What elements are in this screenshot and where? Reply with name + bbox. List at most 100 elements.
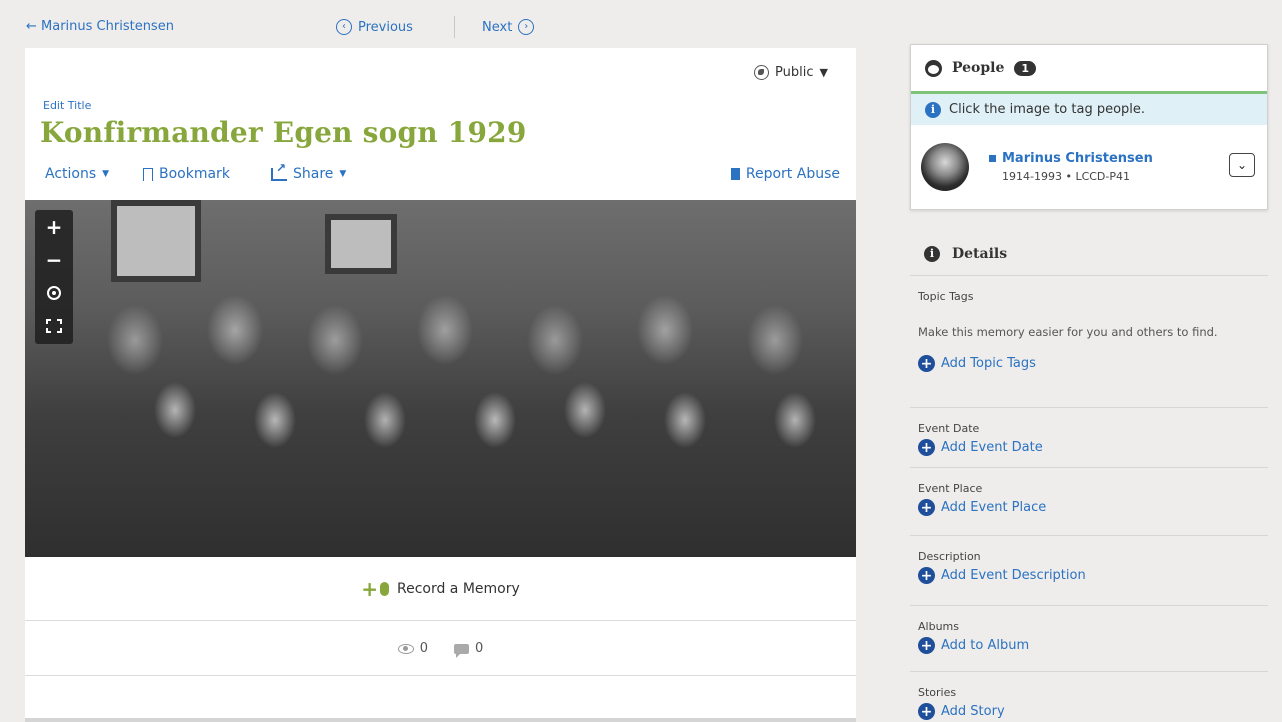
visibility-label: Public: [775, 65, 814, 80]
albums-label: Albums: [918, 620, 959, 633]
next-link[interactable]: Next ›: [482, 19, 535, 35]
views-value: 0: [419, 641, 428, 656]
record-memory-icon: +: [361, 577, 389, 601]
card-bottom-edge: [25, 718, 856, 722]
record-memory-label: Record a Memory: [396, 580, 520, 597]
people-count-badge: 1: [1014, 60, 1037, 76]
eye-icon: [397, 643, 414, 654]
stories-label: Stories: [918, 686, 957, 699]
comments-value: 0: [475, 641, 484, 656]
back-to-person-link[interactable]: ← Marinus Christensen: [26, 19, 174, 34]
add-event-place-link[interactable]: + Add Event Place: [918, 499, 1268, 516]
info-icon: i: [924, 245, 940, 262]
comments-count[interactable]: 0: [454, 641, 484, 658]
people-heading: People: [952, 60, 1005, 76]
add-description-label: Add Event Description: [941, 568, 1086, 583]
plus-circle-icon: +: [918, 439, 935, 456]
albums-section: Albums + Add to Album: [910, 606, 1268, 672]
person-options-button[interactable]: ⌄: [1229, 153, 1255, 177]
nav-divider: [454, 16, 455, 38]
bookmark-icon: [143, 167, 153, 185]
tag-people-hint: i Click the image to tag people.: [911, 91, 1267, 125]
chevron-down-icon: ⌄: [1236, 158, 1248, 172]
add-description-link[interactable]: + Add Event Description: [918, 567, 1268, 584]
plus-circle-icon: +: [918, 355, 935, 372]
recenter-icon: [47, 285, 61, 300]
event-date-label: Event Date: [918, 422, 980, 435]
fullscreen-icon: [46, 318, 62, 333]
memory-actions-bar: Actions ▼ Bookmark Share ▼ Report Abuse: [45, 161, 840, 186]
add-event-date-label: Add Event Date: [941, 440, 1043, 455]
report-abuse-link[interactable]: Report Abuse: [730, 166, 840, 182]
previous-label: Previous: [358, 19, 413, 35]
flag-icon: [730, 168, 740, 180]
person-info: Marinus Christensen 1914-1993 • LCCD-P41: [989, 151, 1153, 183]
record-memory-button[interactable]: + Record a Memory: [25, 557, 856, 621]
share-label: Share: [293, 166, 334, 182]
event-place-label: Event Place: [918, 482, 983, 495]
details-panel: i Details Topic Tags Make this memory ea…: [910, 232, 1268, 722]
add-topic-tags-label: Add Topic Tags: [941, 356, 1036, 371]
previous-link[interactable]: ‹ Previous: [336, 19, 413, 35]
plus-circle-icon: +: [918, 567, 935, 584]
report-abuse-label: Report Abuse: [745, 166, 840, 182]
plus-circle-icon: +: [918, 637, 935, 654]
zoom-out-button[interactable]: −: [35, 243, 73, 276]
edit-title-link[interactable]: Edit Title: [43, 99, 91, 112]
add-story-label: Add Story: [941, 704, 1005, 719]
recenter-button[interactable]: [35, 276, 73, 309]
next-icon: ›: [518, 19, 535, 35]
avatar[interactable]: [921, 143, 969, 191]
top-navigation: ← Marinus Christensen ‹ Previous Next ›: [0, 0, 880, 48]
description-section: Description + Add Event Description: [910, 536, 1268, 606]
event-date-section: Event Date + Add Event Date: [910, 408, 1268, 468]
memory-title: Konfirmander Egen sogn 1929: [40, 116, 527, 149]
memory-card: Public ▼ Edit Title Konfirmander Egen so…: [25, 48, 856, 722]
topic-tags-label: Topic Tags: [918, 290, 974, 303]
add-event-date-link[interactable]: + Add Event Date: [918, 439, 1268, 456]
memory-photo[interactable]: + −: [25, 200, 856, 557]
visibility-dropdown[interactable]: Public ▼: [754, 65, 828, 80]
zoom-out-icon: −: [45, 247, 63, 272]
caret-down-icon: ▼: [819, 66, 828, 79]
actions-label: Actions: [45, 166, 97, 182]
add-story-link[interactable]: + Add Story: [918, 703, 1268, 720]
event-place-section: Event Place + Add Event Place: [910, 468, 1268, 536]
person-lifespan-id: 1914-1993 • LCCD-P41: [1002, 170, 1130, 183]
people-panel: People 1 i Click the image to tag people…: [910, 44, 1268, 210]
comment-icon: [454, 643, 469, 658]
caret-down-icon: ▼: [102, 169, 110, 179]
info-icon: i: [925, 101, 941, 118]
globe-icon: [754, 65, 770, 80]
add-event-place-label: Add Event Place: [941, 500, 1047, 515]
add-to-album-link[interactable]: + Add to Album: [918, 637, 1268, 654]
person-name-link[interactable]: Marinus Christensen: [989, 151, 1153, 166]
bookmark-label: Bookmark: [159, 166, 230, 182]
memory-stats: 0 0: [25, 622, 856, 676]
topic-tags-section: Topic Tags Make this memory easier for y…: [910, 276, 1268, 408]
details-heading: Details: [952, 245, 1008, 262]
share-menu[interactable]: Share ▼: [271, 161, 347, 182]
face-icon: [925, 59, 942, 77]
previous-icon: ‹: [336, 19, 352, 35]
plus-circle-icon: +: [918, 703, 935, 720]
stories-section: Stories + Add Story: [910, 672, 1268, 722]
bookmark-button[interactable]: Bookmark: [143, 166, 230, 185]
topic-tags-description: Make this memory easier for you and othe…: [918, 325, 1218, 339]
tagged-person-row: Marinus Christensen 1914-1993 • LCCD-P41…: [911, 125, 1267, 209]
caret-down-icon: ▼: [339, 169, 347, 179]
viewer-zoom-controls: + −: [35, 210, 73, 344]
photo-window-left: [111, 200, 201, 282]
zoom-in-icon: +: [45, 214, 63, 239]
actions-menu[interactable]: Actions ▼: [45, 166, 109, 182]
zoom-in-button[interactable]: +: [35, 210, 73, 243]
plus-circle-icon: +: [918, 499, 935, 516]
fullscreen-button[interactable]: [35, 309, 73, 342]
add-to-album-label: Add to Album: [941, 638, 1030, 653]
views-count: 0: [397, 641, 428, 656]
add-topic-tags-link[interactable]: + Add Topic Tags: [918, 355, 1268, 372]
share-icon: [271, 161, 287, 181]
tag-people-hint-text: Click the image to tag people.: [949, 102, 1146, 117]
next-label: Next: [482, 19, 513, 35]
photo-window-center: [325, 214, 397, 274]
